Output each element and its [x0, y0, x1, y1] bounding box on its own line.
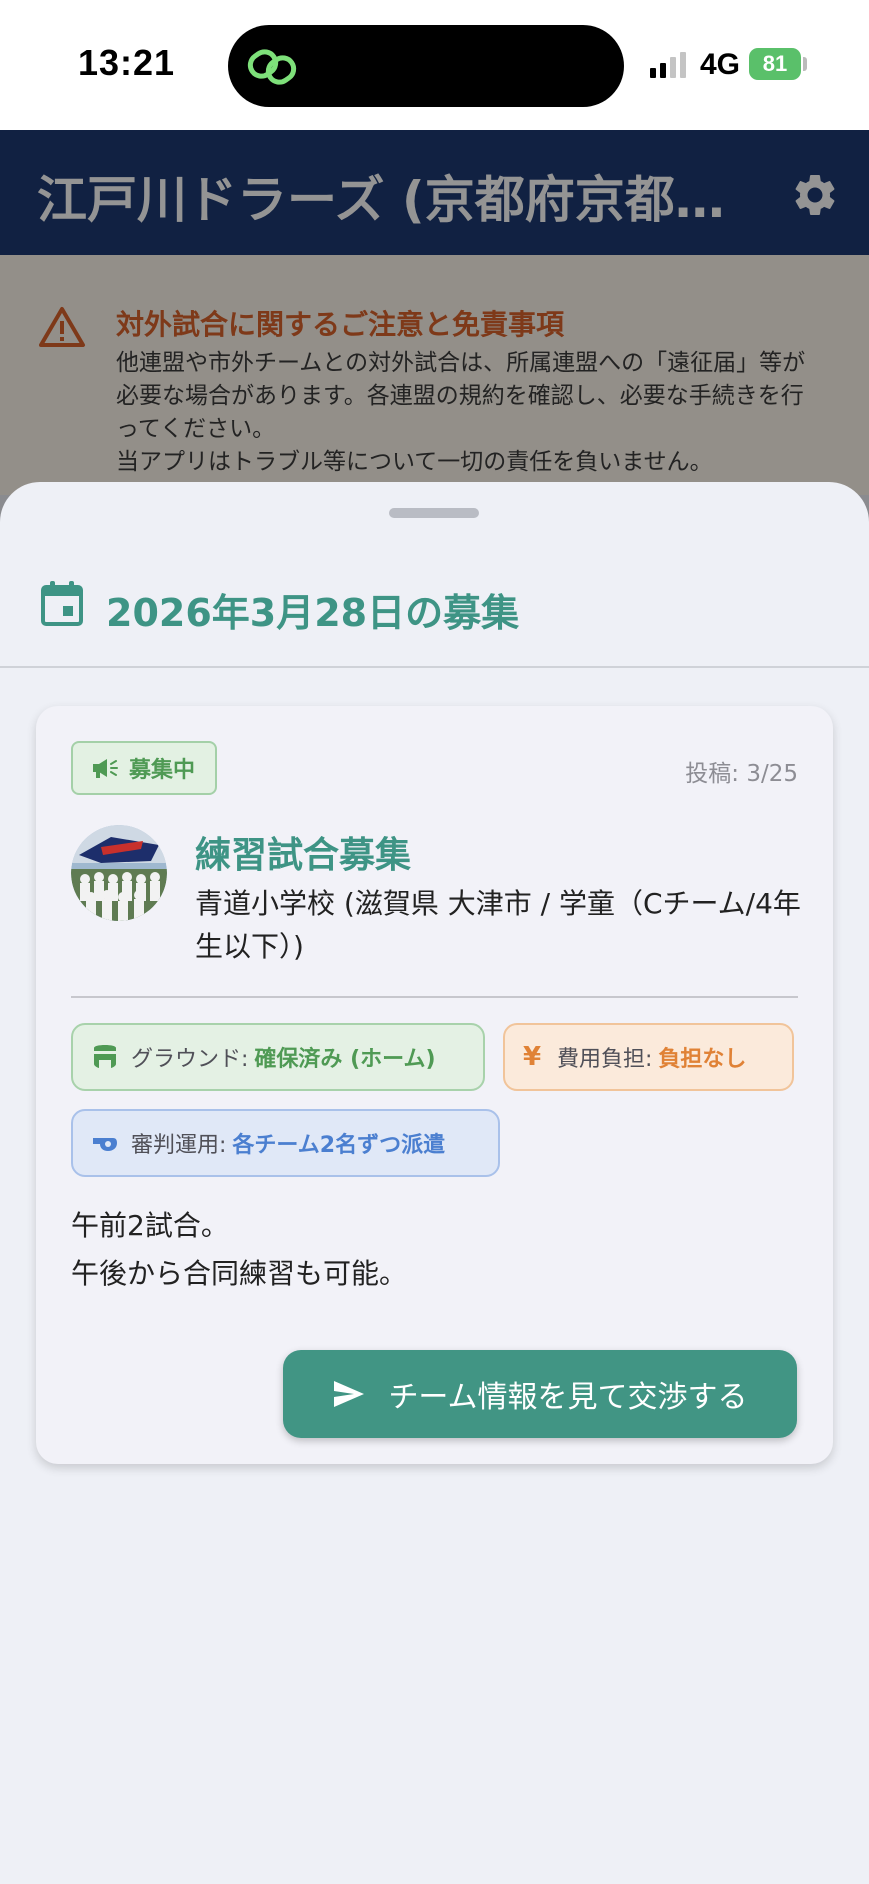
venue-location: 青道小学校 (滋賀県 大津市 / 学童（Cチーム/4年生以下）) — [195, 887, 801, 963]
bottom-sheet: 2026年3月28日の募集 募集中 投稿: 3/25 練習試合募集 青道小学校 … — [0, 482, 869, 1884]
status-label: 募集中 — [129, 758, 196, 783]
referee-key: 審判運用: — [131, 1133, 227, 1158]
yen-icon: ¥ — [523, 1042, 542, 1072]
cost-chip: ¥ 費用負担: 負担なし — [503, 1023, 794, 1091]
sheet-title: 2026年3月28日の募集 — [106, 591, 520, 635]
sheet-header: 2026年3月28日の募集 — [0, 542, 869, 666]
referee-value: 各チーム2名ずつ派遣 — [232, 1133, 446, 1158]
send-icon — [334, 1381, 365, 1407]
battery-tip — [803, 57, 807, 71]
divider — [71, 996, 798, 998]
status-badge: 募集中 — [71, 741, 218, 795]
cost-key: 費用負担: — [557, 1047, 653, 1072]
drag-handle[interactable] — [389, 508, 479, 518]
clock: 13:21 — [78, 42, 176, 83]
divider — [0, 666, 869, 668]
posted-date: 投稿: 3/25 — [685, 761, 798, 787]
stadium-icon — [94, 1045, 116, 1068]
calendar-icon — [41, 581, 83, 626]
negotiate-button[interactable]: チーム情報を見て交渉する — [283, 1350, 797, 1438]
recruitment-card: 募集中 投稿: 3/25 練習試合募集 青道小学校 (滋賀県 大津市 / 学童（… — [36, 706, 833, 1464]
battery-indicator: 81 — [749, 48, 801, 80]
status-bar: 13:21 4G 81 — [0, 0, 869, 130]
network-type: 4G — [700, 48, 741, 81]
link-app-icon — [247, 49, 297, 85]
recruitment-title: 練習試合募集 — [195, 835, 412, 876]
dynamic-island — [228, 25, 624, 107]
signal-icon — [650, 52, 686, 78]
memo-line: 午後から合同練習も可能。 — [71, 1257, 408, 1290]
modal-backdrop[interactable] — [0, 130, 869, 530]
team-avatar[interactable] — [71, 825, 167, 921]
negotiate-label: チーム情報を見て交渉する — [388, 1380, 748, 1415]
memo-line: 午前2試合。 — [71, 1209, 229, 1242]
ground-value: 確保済み (ホーム) — [254, 1047, 436, 1072]
recruitment-memo: 午前2試合。 午後から合同練習も可能。 — [71, 1202, 791, 1298]
whistle-icon — [93, 1138, 117, 1151]
ground-key: グラウンド: — [131, 1047, 249, 1072]
cost-value: 負担なし — [658, 1047, 747, 1072]
ground-chip: グラウンド: 確保済み (ホーム) — [71, 1023, 485, 1091]
megaphone-icon — [93, 759, 118, 778]
referee-chip: 審判運用: 各チーム2名ずつ派遣 — [71, 1109, 500, 1177]
